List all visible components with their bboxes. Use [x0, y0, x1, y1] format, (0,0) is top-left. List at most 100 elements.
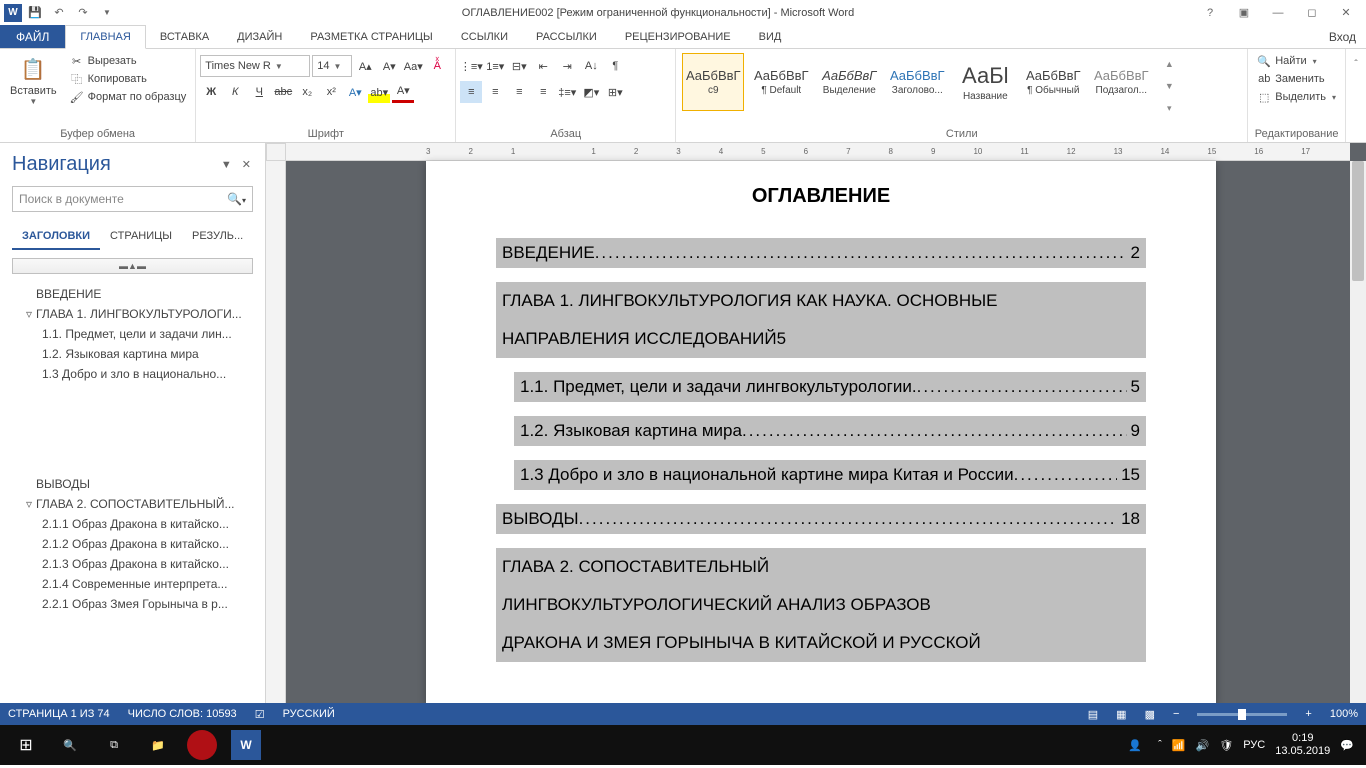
- bullets-button[interactable]: ⋮≡▾: [460, 55, 482, 77]
- tab-insert[interactable]: ВСТАВКА: [146, 25, 223, 48]
- shrink-font-button[interactable]: A▾: [378, 55, 400, 77]
- text-effects-button[interactable]: A▾: [344, 81, 366, 103]
- outline-item[interactable]: ▿ГЛАВА 2. СОПОСТАВИТЕЛЬНЫЙ...: [8, 494, 257, 514]
- outline-item[interactable]: 1.2. Языковая картина мира: [8, 344, 257, 364]
- nav-collapse-bar[interactable]: ▬▲▬: [12, 258, 253, 274]
- styles-expand[interactable]: ▾: [1158, 97, 1180, 119]
- zoom-knob[interactable]: [1238, 709, 1246, 720]
- status-proofing[interactable]: ☑: [255, 708, 265, 721]
- close-button[interactable]: ✕: [1334, 3, 1358, 23]
- tab-review[interactable]: РЕЦЕНЗИРОВАНИЕ: [611, 25, 745, 48]
- align-center-button[interactable]: ≡: [484, 81, 506, 103]
- outline-item[interactable]: 2.1.4 Современные интерпрета...: [8, 574, 257, 594]
- toc-entry[interactable]: 1.1. Предмет, цели и задачи лингвокульту…: [514, 372, 1146, 402]
- document-page[interactable]: ОГЛАВЛЕНИЕ ВВЕДЕНИЕ2ГЛАВА 1. ЛИНГВОКУЛЬТ…: [426, 161, 1216, 703]
- show-marks-button[interactable]: ¶: [604, 55, 626, 77]
- clear-format-button[interactable]: Aͯ: [426, 55, 448, 77]
- toc-entry[interactable]: ГЛАВА 2. СОПОСТАВИТЕЛЬНЫЙ: [496, 548, 1146, 586]
- justify-button[interactable]: ≡: [532, 81, 554, 103]
- style-item[interactable]: АаБбВвГЗаголово...: [886, 53, 948, 111]
- decrease-indent-button[interactable]: ⇤: [532, 55, 554, 77]
- outline-item[interactable]: 2.1.2 Образ Дракона в китайско...: [8, 534, 257, 554]
- change-case-button[interactable]: Aa▾: [402, 55, 424, 77]
- word-app[interactable]: W: [224, 725, 268, 765]
- highlight-button[interactable]: ab▾: [368, 81, 390, 103]
- cut-button[interactable]: ✂Вырезать: [67, 53, 190, 69]
- start-button[interactable]: ⊞: [4, 725, 48, 765]
- tab-file[interactable]: ФАЙЛ: [0, 25, 65, 48]
- taskbar-clock[interactable]: 0:19 13.05.2019: [1275, 732, 1330, 758]
- select-button[interactable]: ⬚Выделить▾: [1254, 89, 1339, 105]
- qat-customize[interactable]: ▼: [96, 2, 118, 24]
- style-item[interactable]: АаБбВвГВыделение: [818, 53, 880, 111]
- vertical-ruler[interactable]: [266, 161, 286, 703]
- view-web-button[interactable]: ▩: [1145, 708, 1155, 721]
- toc-entry[interactable]: НАПРАВЛЕНИЯ ИССЛЕДОВАНИЙ 5: [496, 320, 1146, 358]
- numbering-button[interactable]: 1≡▾: [484, 55, 506, 77]
- status-wordcount[interactable]: ЧИСЛО СЛОВ: 10593: [128, 708, 237, 720]
- redo-button[interactable]: ↷: [72, 2, 94, 24]
- outline-item[interactable]: 1.3 Добро и зло в национально...: [8, 364, 257, 384]
- tray-language[interactable]: РУС: [1243, 739, 1265, 751]
- outline-item[interactable]: 1.1. Предмет, цели и задачи лин...: [8, 324, 257, 344]
- tab-mailings[interactable]: РАССЫЛКИ: [522, 25, 611, 48]
- task-view-button[interactable]: ⧉: [92, 725, 136, 765]
- outline-item[interactable]: 2.2.1 Образ Змея Горыныча в р...: [8, 594, 257, 614]
- font-name-combo[interactable]: Times New R▼: [200, 55, 310, 77]
- nav-tab-results[interactable]: РЕЗУЛЬ...: [182, 224, 253, 250]
- outline-item[interactable]: 2.1.3 Образ Дракона в китайско...: [8, 554, 257, 574]
- copy-button[interactable]: ⿻Копировать: [67, 71, 190, 87]
- strike-button[interactable]: abc: [272, 81, 294, 103]
- sort-button[interactable]: A↓: [580, 55, 602, 77]
- style-item[interactable]: АаБбВвГПодзагол...: [1090, 53, 1152, 111]
- ribbon-options-button[interactable]: ▣: [1232, 3, 1256, 23]
- horizontal-ruler[interactable]: 3211234567891011121314151617: [286, 143, 1350, 161]
- nav-menu-button[interactable]: ▼: [219, 157, 234, 173]
- help-button[interactable]: ?: [1198, 3, 1222, 23]
- nav-tab-headings[interactable]: ЗАГОЛОВКИ: [12, 224, 100, 250]
- outline-item[interactable]: ▿ГЛАВА 1. ЛИНГВОКУЛЬТУРОЛОГИ...: [8, 304, 257, 324]
- tray-chevron[interactable]: ˆ: [1158, 739, 1162, 751]
- subscript-button[interactable]: x₂: [296, 81, 318, 103]
- nav-search-input[interactable]: Поиск в документе 🔍▾: [12, 186, 253, 212]
- paste-button[interactable]: 📋 Вставить ▼: [4, 51, 63, 108]
- font-size-combo[interactable]: 14▼: [312, 55, 352, 77]
- zoom-slider[interactable]: [1197, 713, 1287, 716]
- login-link[interactable]: Вход: [1329, 25, 1366, 48]
- toc-entry[interactable]: ДРАКОНА И ЗМЕЯ ГОРЫНЫЧА В КИТАЙСКОЙ И РУ…: [496, 624, 1146, 662]
- increase-indent-button[interactable]: ⇥: [556, 55, 578, 77]
- align-right-button[interactable]: ≡: [508, 81, 530, 103]
- outline-item[interactable]: ВЫВОДЫ: [8, 474, 257, 494]
- explorer-app[interactable]: 📁: [136, 725, 180, 765]
- toc-entry[interactable]: ВВЕДЕНИЕ2: [496, 238, 1146, 268]
- style-item[interactable]: АаБбВвГ¶ Default: [750, 53, 812, 111]
- bold-button[interactable]: Ж: [200, 81, 222, 103]
- superscript-button[interactable]: x²: [320, 81, 342, 103]
- undo-button[interactable]: ↶: [48, 2, 70, 24]
- expand-icon[interactable]: ▿: [26, 307, 36, 321]
- view-print-button[interactable]: ▦: [1116, 708, 1126, 721]
- shading-button[interactable]: ◩▾: [580, 81, 602, 103]
- tab-view[interactable]: ВИД: [745, 25, 796, 48]
- tab-layout[interactable]: РАЗМЕТКА СТРАНИЦЫ: [296, 25, 446, 48]
- nav-tab-pages[interactable]: СТРАНИЦЫ: [100, 224, 182, 250]
- multilevel-button[interactable]: ⊟▾: [508, 55, 530, 77]
- status-language[interactable]: РУССКИЙ: [283, 708, 335, 720]
- align-left-button[interactable]: ≡: [460, 81, 482, 103]
- styles-gallery[interactable]: АаБбВвГс9АаБбВвГ¶ DefaultАаБбВвГВыделени…: [680, 51, 1154, 113]
- tray-network-icon[interactable]: 📶: [1172, 739, 1186, 752]
- italic-button[interactable]: К: [224, 81, 246, 103]
- save-button[interactable]: 💾: [24, 2, 46, 24]
- status-page[interactable]: СТРАНИЦА 1 ИЗ 74: [8, 708, 110, 720]
- toc-entry[interactable]: 1.3 Добро и зло в национальной картине м…: [514, 460, 1146, 490]
- minimize-button[interactable]: —: [1266, 3, 1290, 23]
- toc-entry[interactable]: ЛИНГВОКУЛЬТУРОЛОГИЧЕСКИЙ АНАЛИЗ ОБРАЗОВ: [496, 586, 1146, 624]
- tab-design[interactable]: ДИЗАЙН: [223, 25, 296, 48]
- people-button[interactable]: 👤: [1122, 725, 1148, 765]
- maximize-button[interactable]: ◻: [1300, 3, 1324, 23]
- replace-button[interactable]: abЗаменить: [1254, 71, 1339, 87]
- format-painter-button[interactable]: 🖌Формат по образцу: [67, 89, 190, 105]
- styles-scroll-down[interactable]: ▼: [1158, 75, 1180, 97]
- vertical-scrollbar[interactable]: [1350, 161, 1366, 703]
- opera-app[interactable]: [180, 725, 224, 765]
